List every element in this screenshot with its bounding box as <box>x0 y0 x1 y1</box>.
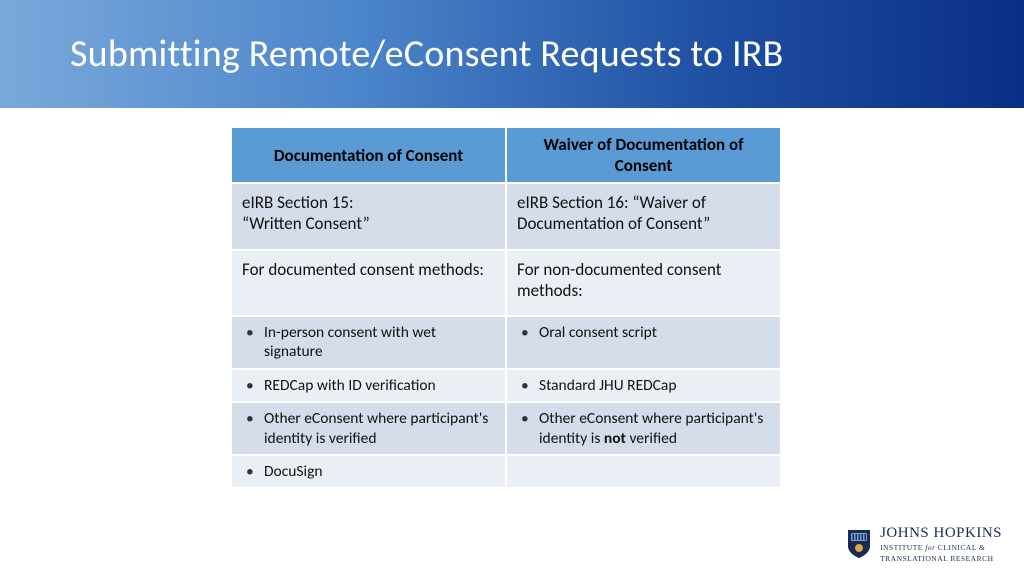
table-row: eIRB Section 15: “Written Consent” eIRB … <box>232 183 780 250</box>
table-row: For documented consent methods: For non-… <box>232 250 780 317</box>
cell-bullet-right: •Other eConsent where participant's iden… <box>506 402 780 455</box>
table-row: •REDCap with ID verification •Standard J… <box>232 369 780 402</box>
cell-bullet-right: •Oral consent script <box>506 316 780 369</box>
johns-hopkins-shield-icon <box>846 528 872 560</box>
cell-bullet-left: •REDCap with ID verification <box>232 369 506 402</box>
cell-section-right: eIRB Section 16: “Waiver of Documentatio… <box>506 183 780 250</box>
table-header-row: Documentation of Consent Waiver of Docum… <box>232 128 780 183</box>
slide-title-bar: Submitting Remote/eConsent Requests to I… <box>0 0 1024 108</box>
cell-bullet-right: •Standard JHU REDCap <box>506 369 780 402</box>
cell-bullet-left: •In-person consent with wet signature <box>232 316 506 369</box>
table-row: •DocuSign <box>232 455 780 487</box>
col-header-waiver: Waiver of Documentation of Consent <box>506 128 780 183</box>
footer-logo: JOHNS HOPKINS INSTITUTE for CLINICAL & T… <box>846 526 1002 562</box>
cell-methods-left: For documented consent methods: <box>232 250 506 317</box>
col-header-documentation: Documentation of Consent <box>232 128 506 183</box>
cell-bullet-right-empty <box>506 455 780 487</box>
cell-bullet-left: •DocuSign <box>232 455 506 487</box>
logo-subline: INSTITUTE for CLINICAL & <box>880 544 1002 552</box>
table-row: •In-person consent with wet signature •O… <box>232 316 780 369</box>
logo-brand: JOHNS HOPKINS <box>880 526 1002 541</box>
slide-title: Submitting Remote/eConsent Requests to I… <box>70 31 784 77</box>
logo-subline2: TRANSLATIONAL RESEARCH <box>880 555 1002 563</box>
table-row: •Other eConsent where participant's iden… <box>232 402 780 455</box>
cell-section-left: eIRB Section 15: “Written Consent” <box>232 183 506 250</box>
cell-bullet-left: •Other eConsent where participant's iden… <box>232 402 506 455</box>
cell-methods-right: For non-documented consent methods: <box>506 250 780 317</box>
comparison-table-wrap: Documentation of Consent Waiver of Docum… <box>232 128 780 487</box>
footer-logo-text: JOHNS HOPKINS INSTITUTE for CLINICAL & T… <box>880 526 1002 562</box>
consent-comparison-table: Documentation of Consent Waiver of Docum… <box>232 128 780 487</box>
